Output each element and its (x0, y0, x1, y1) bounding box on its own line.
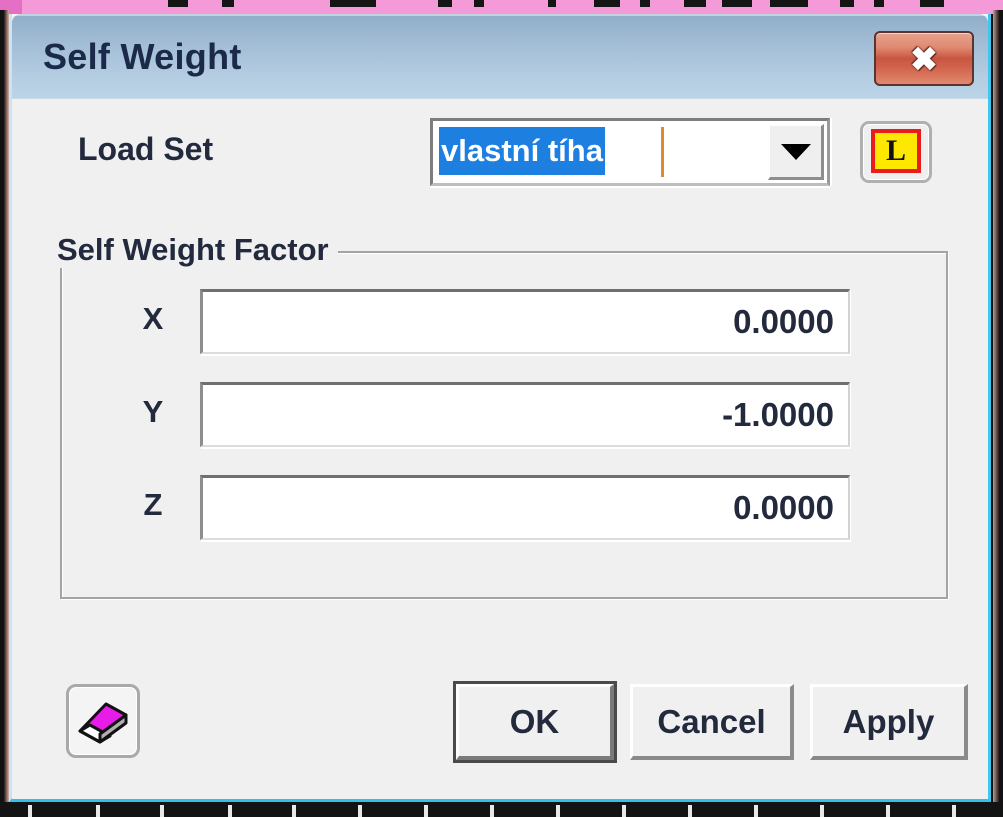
factor-value-y: -1.0000 (722, 396, 834, 433)
annotation-strip-top (0, 0, 1003, 14)
load-set-value[interactable]: vlastní tíha (439, 127, 605, 175)
load-set-list-icon: L (871, 129, 921, 173)
factor-value-x: 0.0000 (733, 303, 834, 340)
chevron-down-icon (780, 143, 811, 160)
factor-input-x[interactable]: 0.0000 (200, 289, 850, 354)
load-set-list-button[interactable]: L (860, 121, 932, 183)
factor-row-y: Y -1.0000 (130, 382, 890, 447)
load-set-dropdown-button[interactable] (768, 124, 824, 180)
self-weight-dialog: Self Weight ✖ Load Set vlastní tíha L Se… (9, 14, 991, 802)
load-set-label: Load Set (78, 131, 214, 167)
factor-input-z[interactable]: 0.0000 (200, 475, 850, 540)
annotation-strip-bottom (0, 802, 1003, 817)
apply-button[interactable]: Apply (810, 684, 968, 760)
reset-eraser-button[interactable] (66, 684, 140, 758)
factor-row-z: Z 0.0000 (130, 475, 890, 540)
dialog-body: Load Set vlastní tíha L Self Weight Fact… (12, 99, 988, 799)
close-x-icon: ✖ (910, 40, 938, 77)
axis-label-z: Z (143, 487, 163, 522)
dialog-title: Self Weight (43, 36, 242, 77)
dialog-titlebar[interactable]: Self Weight ✖ (12, 14, 988, 99)
self-weight-factor-title: Self Weight Factor (48, 232, 338, 268)
factor-value-z: 0.0000 (733, 489, 834, 526)
load-set-combobox[interactable]: vlastní tíha (430, 118, 830, 186)
axis-label-y: Y (142, 394, 164, 429)
load-set-icon-glyph: L (885, 134, 906, 167)
factor-row-x: X 0.0000 (130, 289, 890, 354)
screenshot-canvas: Self Weight ✖ Load Set vlastní tíha L Se… (0, 0, 1003, 817)
axis-label-x: X (142, 301, 164, 336)
eraser-icon (78, 702, 128, 744)
screen-edge-left (0, 10, 9, 805)
factor-input-y[interactable]: -1.0000 (200, 382, 850, 447)
close-button[interactable]: ✖ (874, 31, 974, 86)
text-caret (661, 127, 664, 177)
ok-button[interactable]: OK (453, 681, 617, 763)
screen-edge-right (993, 10, 1003, 805)
cancel-button[interactable]: Cancel (630, 684, 794, 760)
